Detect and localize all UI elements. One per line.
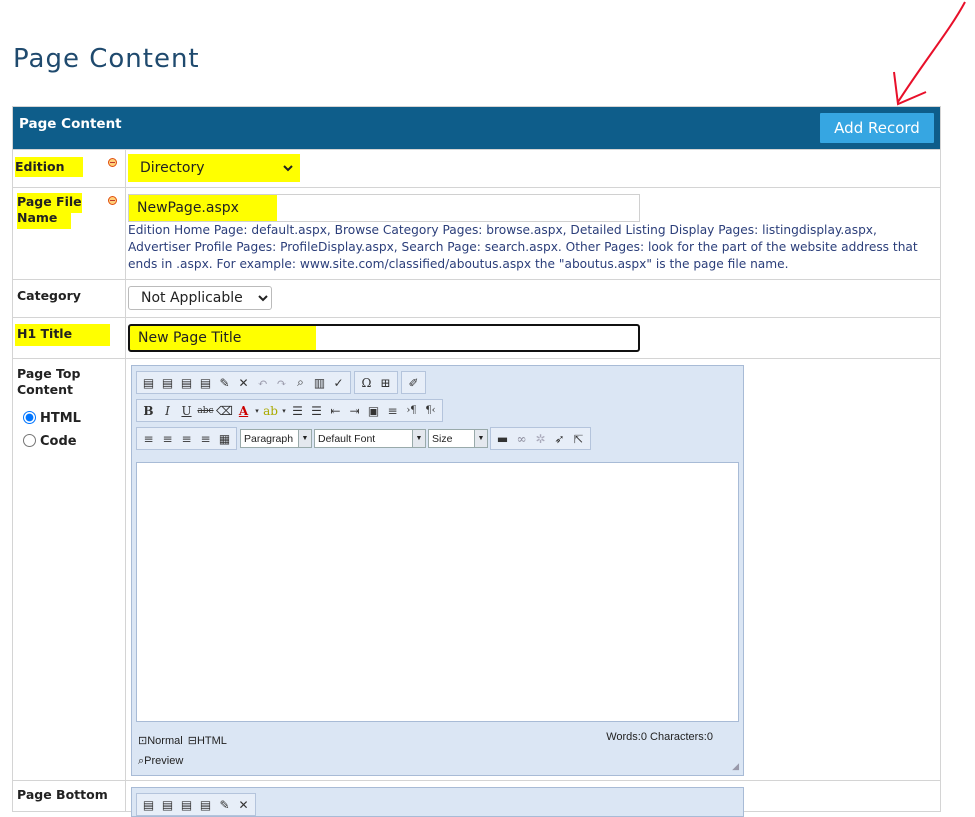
preview-mode-tab[interactable]: ⌕Preview — [138, 755, 183, 768]
delete-icon[interactable]: ✕ — [234, 373, 253, 392]
page-content-form: Page Content Add Record Edition Director… — [12, 106, 941, 817]
editor-mode-tabs: ⊡Normal ⊟HTML — [138, 734, 227, 747]
format-painter-icon[interactable]: ✎ — [215, 795, 234, 814]
replace-icon[interactable]: ▥ — [310, 373, 329, 392]
justify-none-icon[interactable]: ▦ — [215, 429, 234, 448]
link-icon[interactable]: ∞ — [512, 429, 531, 448]
paragraph-format-icon[interactable]: ≡ — [383, 401, 402, 420]
rich-text-editor: ▤ ▤ ▤ ▤ ✎ ✕ ↶ ↷ ⌕ ▥ ✓ Ω ⊞ ✐ B I U abc ⌫ … — [131, 365, 744, 776]
eraser-icon[interactable]: ⌫ — [215, 401, 234, 420]
numbered-list-icon[interactable]: ☰ — [288, 401, 307, 420]
format-painter-icon[interactable]: ✎ — [215, 373, 234, 392]
editor-toolbar-row-3: ≡ ≡ ≡ ≡ ▦ Paragraph ▼ Default Font ▼ Size ▼… — [132, 426, 743, 451]
page-top-content-label: Page Top Content — [17, 366, 81, 397]
paste-text-icon[interactable]: ▤ — [196, 373, 215, 392]
page-file-name-row: Page File Name Edition Home Page: defaul… — [13, 187, 940, 279]
spellcheck-icon[interactable]: ✓ — [329, 373, 348, 392]
code-mode-radio[interactable]: Code — [23, 434, 77, 449]
edition-row: Edition Directory — [13, 149, 940, 187]
editor-toolbar-row-1: ▤ ▤ ▤ ▤ ✎ ✕ ↶ ↷ ⌕ ▥ ✓ Ω ⊞ ✐ — [132, 370, 743, 395]
special-char-icon[interactable]: Ω — [357, 373, 376, 392]
edit-icon[interactable]: ✐ — [404, 373, 423, 392]
align-center-icon[interactable]: ≡ — [158, 429, 177, 448]
italic-icon[interactable]: I — [158, 401, 177, 420]
highlight-color-icon[interactable]: ab — [261, 401, 280, 420]
align-right-icon[interactable]: ≡ — [177, 429, 196, 448]
paste-icon[interactable]: ▤ — [177, 795, 196, 814]
justify-icon[interactable]: ≡ — [196, 429, 215, 448]
page-bottom-row: Page Bottom ▤ ▤ ▤ ▤ ✎ ✕ — [13, 780, 940, 817]
code-radio-input[interactable] — [23, 434, 36, 447]
html-mode-radio[interactable]: HTML — [23, 411, 81, 426]
category-row: Category Not Applicable — [13, 279, 940, 317]
bullet-list-icon[interactable]: ☰ — [307, 401, 326, 420]
form-header-title: Page Content — [19, 116, 122, 132]
chevron-down-icon: ▼ — [412, 430, 425, 447]
editor-toolbar-row-1: ▤ ▤ ▤ ▤ ✎ ✕ — [132, 792, 743, 817]
required-icon — [108, 158, 117, 167]
paste-icon[interactable]: ▤ — [177, 373, 196, 392]
ltr-icon[interactable]: ›¶ — [402, 401, 421, 420]
editor-toolbar-row-2: B I U abc ⌫ A ▾ ab ▾ ☰ ☰ ⇤ ⇥ ▣ ≡ ›¶ ¶‹ — [132, 398, 743, 423]
cut-icon[interactable]: ▤ — [139, 373, 158, 392]
rtl-icon[interactable]: ¶‹ — [421, 401, 440, 420]
copy-icon[interactable]: ▤ — [158, 373, 177, 392]
form-header: Page Content Add Record — [13, 107, 940, 149]
block-icon[interactable]: ▣ — [364, 401, 383, 420]
delete-icon[interactable]: ✕ — [234, 795, 253, 814]
category-select[interactable]: Not Applicable — [128, 286, 272, 310]
page-top-content-row: Page Top Content HTML Code ▤ ▤ ▤ ▤ ✎ ✕ ↶… — [13, 358, 940, 780]
find-icon[interactable]: ⌕ — [291, 373, 310, 392]
page-title: Page Content — [13, 44, 200, 74]
normal-mode-icon: ⊡ — [138, 735, 148, 747]
chevron-down-icon[interactable]: ▾ — [280, 401, 288, 420]
word-count: Words:0 Characters:0 — [606, 731, 713, 743]
indent-icon[interactable]: ⇥ — [345, 401, 364, 420]
normal-mode-tab[interactable]: ⊡Normal — [138, 735, 183, 747]
edition-select[interactable]: Directory — [128, 156, 296, 180]
h1-title-label: H1 Title — [15, 324, 111, 346]
editor-content-area[interactable] — [136, 462, 739, 722]
select-icon[interactable]: ⇱ — [569, 429, 588, 448]
table-icon[interactable]: ⊞ — [376, 373, 395, 392]
required-icon — [108, 196, 117, 205]
bold-icon[interactable]: B — [139, 401, 158, 420]
font-color-icon[interactable]: A — [234, 401, 253, 420]
page-file-name-label: Page File Name — [17, 193, 97, 229]
paragraph-dropdown[interactable]: Paragraph ▼ — [240, 429, 312, 448]
redo-icon[interactable]: ↷ — [272, 373, 291, 392]
edition-label: Edition — [15, 157, 83, 177]
html-radio-input[interactable] — [23, 411, 36, 424]
resize-handle-icon[interactable]: ◢ — [732, 762, 739, 772]
strikethrough-icon[interactable]: abc — [196, 401, 215, 420]
html-mode-icon: ⊟ — [187, 735, 197, 747]
cut-icon[interactable]: ▤ — [139, 795, 158, 814]
chevron-down-icon[interactable]: ▾ — [253, 401, 261, 420]
add-record-button[interactable]: Add Record — [820, 113, 934, 143]
page-file-name-hint: Edition Home Page: default.aspx, Browse … — [128, 223, 918, 271]
underline-icon[interactable]: U — [177, 401, 196, 420]
category-label: Category — [17, 288, 81, 303]
h1-title-input[interactable] — [128, 324, 640, 352]
html-mode-tab[interactable]: ⊟HTML — [188, 735, 227, 747]
paste-text-icon[interactable]: ▤ — [196, 795, 215, 814]
size-dropdown[interactable]: Size ▼ — [428, 429, 488, 448]
unlink-icon[interactable]: ✲ — [531, 429, 550, 448]
copy-icon[interactable]: ▤ — [158, 795, 177, 814]
horizontal-rule-icon[interactable]: ▬ — [493, 429, 512, 448]
align-left-icon[interactable]: ≡ — [139, 429, 158, 448]
h1-title-row: H1 Title — [13, 317, 940, 358]
rich-text-editor-bottom: ▤ ▤ ▤ ▤ ✎ ✕ — [131, 787, 744, 817]
outdent-icon[interactable]: ⇤ — [326, 401, 345, 420]
annotation-arrow — [893, 1, 966, 106]
chevron-down-icon: ▼ — [474, 430, 487, 447]
anchor-icon[interactable]: ➶ — [550, 429, 569, 448]
undo-icon[interactable]: ↶ — [253, 373, 272, 392]
chevron-down-icon: ▼ — [298, 430, 311, 447]
font-dropdown[interactable]: Default Font ▼ — [314, 429, 426, 448]
page-file-name-input[interactable] — [128, 194, 640, 222]
